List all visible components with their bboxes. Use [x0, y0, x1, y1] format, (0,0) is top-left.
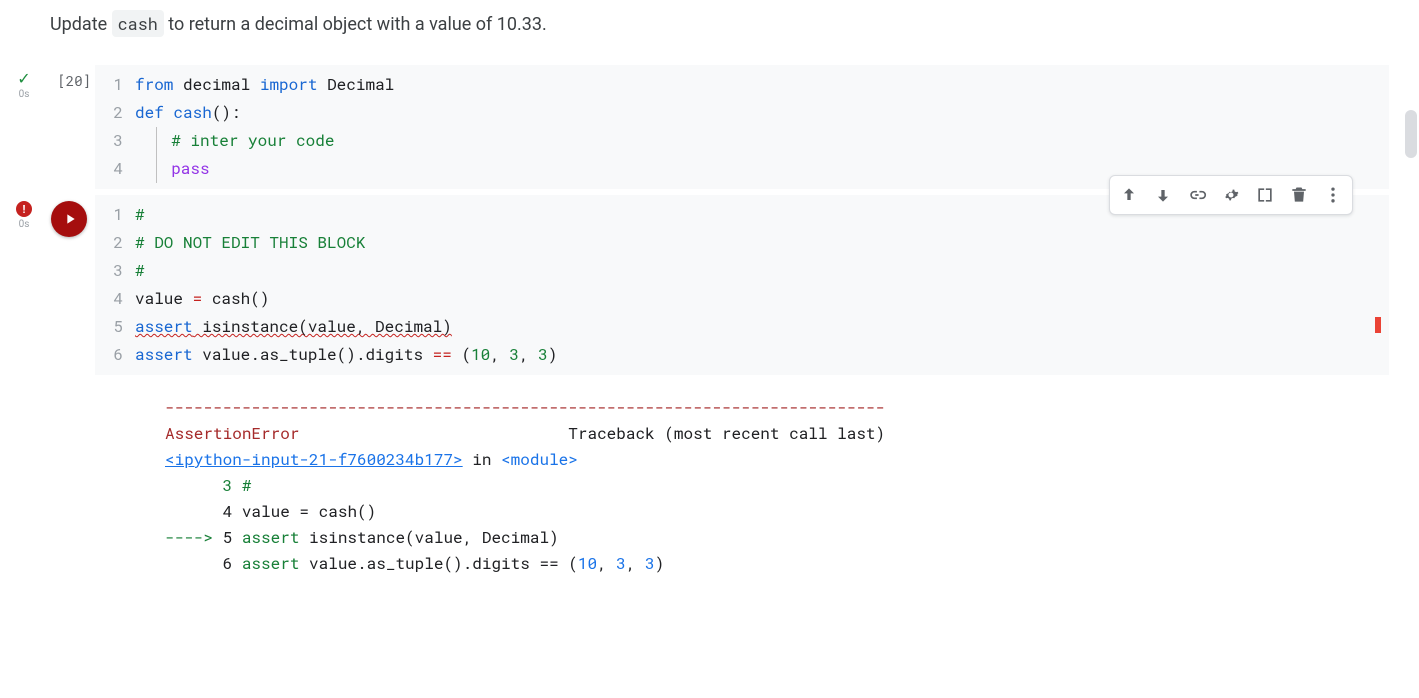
traceback-arrow: ----> [165, 527, 223, 548]
run-cell-button[interactable] [51, 201, 87, 237]
line-numbers: 1 2 3 4 [95, 71, 135, 183]
mirror-button[interactable] [1248, 178, 1282, 212]
cell-toolbar [1109, 175, 1353, 215]
traceback-divider: ----------------------------------------… [165, 397, 885, 418]
exception-name: AssertionError [165, 423, 299, 444]
link-button[interactable] [1180, 178, 1214, 212]
markdown-text: to return a decimal object with a value … [164, 14, 547, 35]
cell-output: ----------------------------------------… [95, 375, 1389, 587]
more-button[interactable] [1316, 178, 1350, 212]
error-icon: ! [16, 201, 32, 217]
check-icon: ✓ [17, 71, 30, 87]
trash-icon [1289, 185, 1309, 205]
play-icon [62, 211, 78, 227]
execution-status-ok: ✓ 0s [10, 71, 38, 100]
gear-icon [1221, 185, 1241, 205]
execution-time: 0s [19, 89, 30, 100]
link-icon [1187, 185, 1207, 205]
more-vert-icon [1323, 185, 1343, 205]
line-numbers: 1 2 3 4 5 6 [95, 201, 135, 369]
error-marker-icon[interactable] [1375, 317, 1381, 333]
arrow-down-icon [1153, 185, 1173, 205]
arrow-up-icon [1119, 185, 1139, 205]
mirror-icon [1255, 185, 1275, 205]
markdown-inline-code: cash [112, 10, 164, 37]
code-editor[interactable]: 1 2 3 4 5 6 # # DO NOT EDIT THIS BLOCK #… [95, 195, 1389, 375]
code-cell[interactable]: ✓ 0s [20] 1 2 3 4 from decimal import De… [40, 65, 1419, 189]
code-editor[interactable]: 1 2 3 4 from decimal import Decimal def … [95, 65, 1389, 189]
code-cell[interactable]: ! 0s [40, 195, 1419, 587]
move-down-button[interactable] [1146, 178, 1180, 212]
markdown-text: Update [50, 14, 112, 35]
traceback-label: Traceback (most recent call last) [568, 423, 885, 444]
delete-button[interactable] [1282, 178, 1316, 212]
settings-button[interactable] [1214, 178, 1248, 212]
move-up-button[interactable] [1112, 178, 1146, 212]
execution-time: 0s [19, 219, 30, 230]
traceback-source-link[interactable]: <ipython-input-21-f7600234b177> [165, 449, 463, 470]
execution-status-error: ! 0s [10, 201, 38, 230]
markdown-cell[interactable]: Update cash to return a decimal object w… [0, 0, 1419, 65]
execution-count: [20] [57, 71, 91, 90]
